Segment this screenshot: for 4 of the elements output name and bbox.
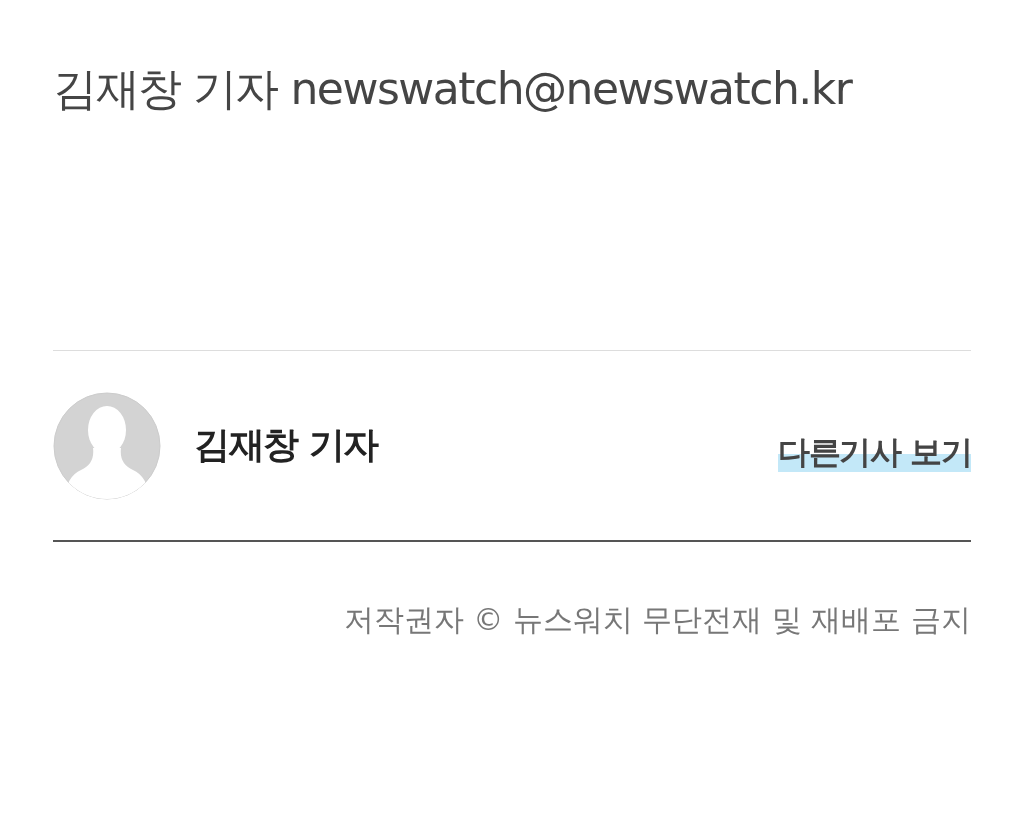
byline-text: 김재창 기자 newswatch@newswatch.kr xyxy=(53,62,854,116)
copyright-text: 저작권자 © 뉴스워치 무단전재 및 재배포 금지 xyxy=(342,601,971,639)
author-name: 김재창 기자 xyxy=(194,423,378,467)
avatar-silhouette-icon xyxy=(53,391,161,500)
